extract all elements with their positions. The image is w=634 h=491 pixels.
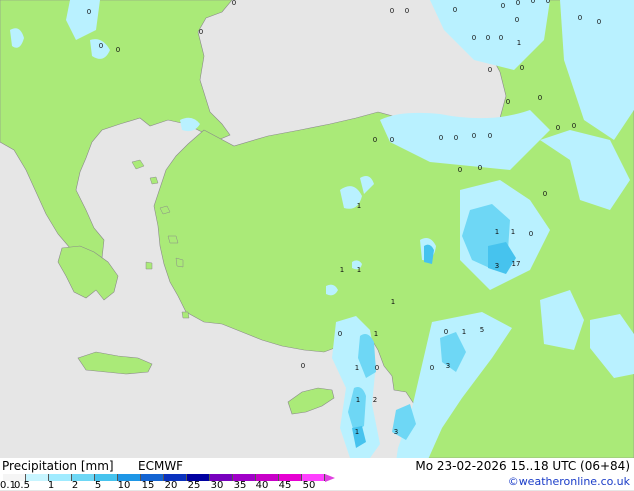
precip-value-label: 0 bbox=[472, 34, 476, 42]
precip-value-label: 0 bbox=[488, 66, 492, 74]
precipitation-map: 0 0 0 0 0 0 0 0 0 0 0 0 0 0 0 0 0 1 0 0 0 0 0 0 0 0 0 0 0 0 0 0 0 1 1 1 0 1 1 3… bbox=[0, 0, 634, 458]
precip-value-label: 3 bbox=[495, 262, 499, 270]
precip-value-label: 0 bbox=[546, 0, 550, 5]
precip-value-label: 0 bbox=[515, 16, 519, 24]
precip-value-label: 0 bbox=[597, 18, 601, 26]
precip-value-label: 3 bbox=[446, 362, 450, 370]
precip-value-label: 0 bbox=[572, 122, 576, 130]
precip-value-label: 0 bbox=[453, 6, 457, 14]
precip-value-label: 0 bbox=[538, 94, 542, 102]
precip-value-label: 1 bbox=[340, 266, 344, 274]
valid-time: Mo 23-02-2026 15..18 UTC (06+84) bbox=[415, 459, 630, 473]
precip-value-label: 1 bbox=[511, 228, 515, 236]
precip-value-label: 0 bbox=[444, 328, 448, 336]
precip-value-label: 0 bbox=[116, 46, 120, 54]
precip-value-label: 0 bbox=[486, 34, 490, 42]
precip-value-label: 17 bbox=[512, 260, 521, 268]
precip-value-label: 0 bbox=[439, 134, 443, 142]
legend-bar: Precipitation [mm] ECMWF Mo 23-02-2026 1… bbox=[0, 458, 634, 491]
map-stage: 0 0 0 0 0 0 0 0 0 0 0 0 0 0 0 0 0 1 0 0 0 0 0 0 0 0 0 0 0 0 0 0 0 1 1 1 0 1 1 3… bbox=[0, 0, 634, 491]
precip-value-label: 0 bbox=[556, 124, 560, 132]
model-name: ECMWF bbox=[138, 459, 184, 473]
precip-value-label: 0 bbox=[338, 330, 342, 338]
precip-value-label: 0 bbox=[301, 362, 305, 370]
precip-value-label: 0 bbox=[499, 34, 503, 42]
precip-value-label: 0 bbox=[454, 134, 458, 142]
precip-value-label: 0 bbox=[516, 0, 520, 7]
precip-value-label: 0 bbox=[520, 64, 524, 72]
precip-value-label: 0 bbox=[578, 14, 582, 22]
precip-value-label: 1 bbox=[462, 328, 466, 336]
precip-value-label: 1 bbox=[517, 39, 521, 47]
precip-value-label: 0 bbox=[373, 136, 377, 144]
precip-value-label: 0 bbox=[390, 136, 394, 144]
precip-value-label: 5 bbox=[480, 326, 484, 334]
precip-value-label: 0 bbox=[472, 132, 476, 140]
precip-value-label: 1 bbox=[355, 364, 359, 372]
precip-value-label: 1 bbox=[391, 298, 395, 306]
precip-value-label: 0 bbox=[99, 42, 103, 50]
precip-value-label: 1 bbox=[356, 396, 360, 404]
precip-value-label: 0 bbox=[405, 7, 409, 15]
precip-value-label: 1 bbox=[495, 228, 499, 236]
precip-value-label: 3 bbox=[394, 428, 398, 436]
precip-value-label: 0 bbox=[390, 7, 394, 15]
precip-value-label: 0 bbox=[506, 98, 510, 106]
precip-value-label: 0 bbox=[199, 28, 203, 36]
precip-value-label: 1 bbox=[355, 428, 359, 436]
precip-value-label: 0 bbox=[543, 190, 547, 198]
precip-value-label: 0 bbox=[430, 364, 434, 372]
precip-value-label: 2 bbox=[373, 396, 377, 404]
precip-value-label: 1 bbox=[357, 266, 361, 274]
credit-link[interactable]: ©weatheronline.co.uk bbox=[508, 475, 630, 488]
map-title: Precipitation [mm] bbox=[2, 459, 114, 473]
precip-value-label: 1 bbox=[374, 330, 378, 338]
precip-value-label: 0 bbox=[488, 132, 492, 140]
precip-value-label: 0 bbox=[458, 166, 462, 174]
precip-value-label: 0 bbox=[375, 364, 379, 372]
precip-value-label: 0 bbox=[87, 8, 91, 16]
precip-value-label: 0 bbox=[501, 2, 505, 10]
precip-value-label: 0 bbox=[232, 0, 236, 7]
precip-value-label: 1 bbox=[357, 202, 361, 210]
precip-value-label: 0 bbox=[478, 164, 482, 172]
precip-value-label: 0 bbox=[529, 230, 533, 238]
precip-value-label: 0 bbox=[531, 0, 535, 5]
